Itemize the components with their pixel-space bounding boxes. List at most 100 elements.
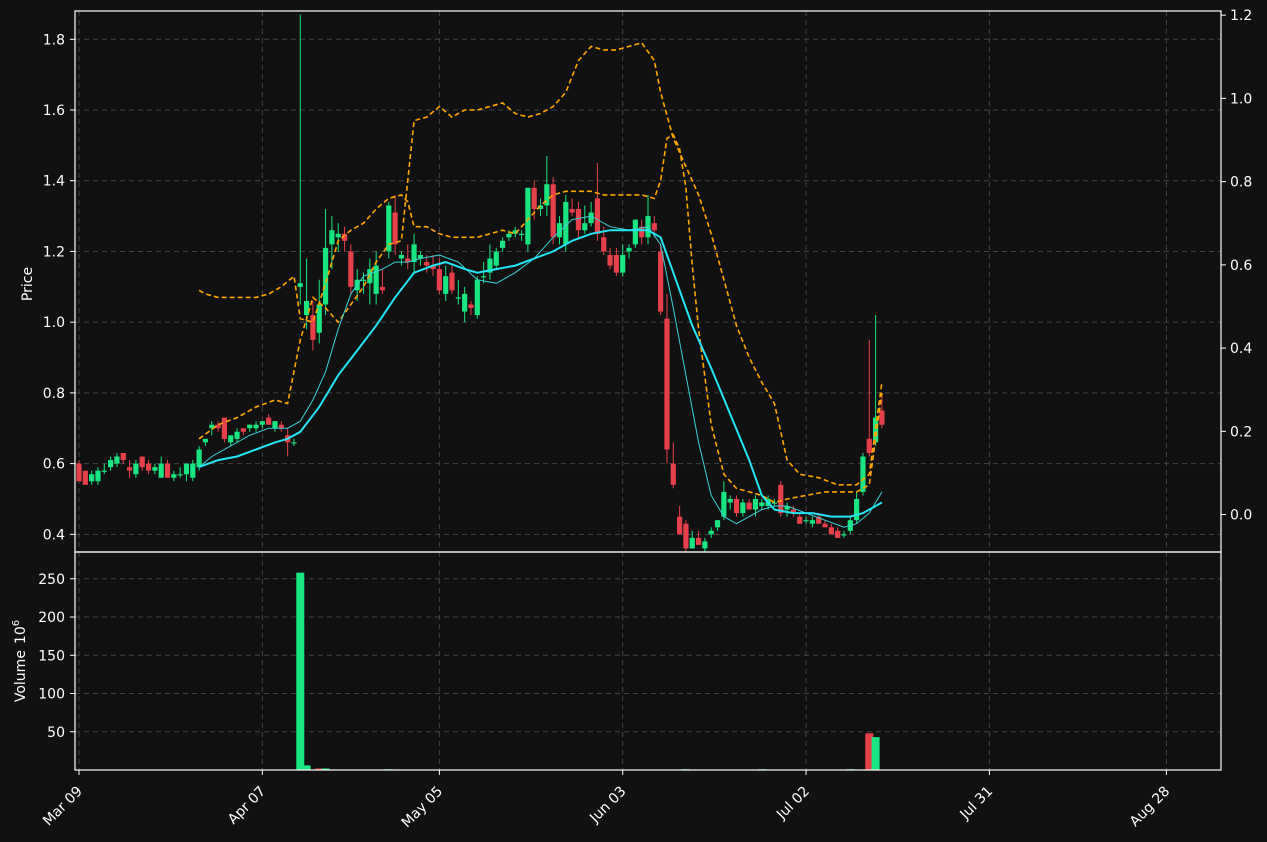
- candle-body: [360, 279, 367, 281]
- candle-body: [550, 184, 556, 238]
- candle-body: [164, 463, 171, 478]
- candle-body: [626, 247, 632, 252]
- candle-body: [304, 300, 310, 316]
- right-y-tick-label: 0.2: [1230, 424, 1252, 440]
- candle: [683, 520, 689, 552]
- candle-body: [449, 272, 455, 291]
- candle: [632, 219, 638, 248]
- candle-body: [101, 470, 107, 472]
- candle-body: [677, 516, 683, 535]
- price-y-tick-label: 1.6: [43, 103, 65, 119]
- candle-body: [518, 233, 525, 235]
- candle-body: [183, 463, 190, 475]
- stock-chart: 0.4 0.6 0.8 1.0 1.2 1.4 1.6 1.8 0.0 0.2 0.4 0.6 0.8…: [0, 0, 1267, 842]
- candle-body: [803, 520, 809, 522]
- price-y-tick-label: 1.4: [43, 174, 65, 190]
- candle: [664, 293, 670, 464]
- candle-body: [670, 463, 676, 485]
- candle-body: [613, 254, 619, 273]
- right-y-tick-label: 0.4: [1230, 341, 1252, 357]
- price-y-tick-label: 0.6: [43, 457, 65, 473]
- right-y-tick-label: 1.2: [1230, 8, 1252, 24]
- candle-body: [771, 502, 778, 504]
- candle-body: [632, 219, 638, 245]
- candle-body: [335, 233, 341, 238]
- candle-body: [506, 233, 512, 238]
- candle-body: [740, 502, 746, 514]
- candle-body: [152, 467, 158, 471]
- candle-body: [620, 254, 626, 273]
- candle-body: [809, 520, 815, 524]
- candle-body: [873, 417, 879, 443]
- candle-body: [828, 527, 834, 535]
- candle-body: [82, 470, 88, 485]
- candle: [860, 452, 866, 496]
- candle-body: [733, 498, 740, 514]
- candle-body: [778, 484, 784, 514]
- volume-bar: [871, 737, 880, 770]
- volume-y-tick-label: 150: [38, 648, 65, 664]
- candle-body: [133, 463, 139, 475]
- volume-y-tick-label: 250: [38, 572, 65, 588]
- candle-body: [601, 237, 607, 252]
- candle-body: [190, 463, 196, 478]
- candle-body: [658, 251, 664, 312]
- candle: [474, 276, 480, 319]
- candle-body: [348, 251, 354, 287]
- candle-body: [95, 470, 101, 482]
- candle-body: [145, 463, 152, 471]
- volume-bar: [302, 765, 311, 770]
- candle-body: [866, 438, 872, 453]
- volume-axis-label-base: 10: [13, 626, 29, 644]
- candle-body: [171, 474, 177, 478]
- candle-body: [114, 456, 120, 464]
- chart-background: [0, 0, 1267, 842]
- candle-body: [297, 283, 303, 287]
- candle-body: [215, 424, 221, 429]
- candle-body: [108, 460, 114, 468]
- price-y-tick-label: 1.2: [43, 244, 65, 260]
- volume-axis-label-power: 6: [11, 620, 22, 626]
- candle-body: [266, 417, 272, 425]
- candle-body: [708, 530, 714, 535]
- candle-body: [468, 304, 474, 309]
- volume-axis-label-text: Volume: [13, 650, 29, 702]
- price-y-tick-label: 0.8: [43, 386, 65, 402]
- candle-body: [689, 537, 695, 549]
- right-y-tick-label: 0.8: [1230, 175, 1252, 191]
- candle-body: [841, 534, 847, 536]
- volume-y-tick-label: 100: [38, 687, 65, 703]
- candle-body: [651, 223, 657, 231]
- candle-body: [202, 438, 209, 443]
- candle-body: [499, 240, 506, 248]
- candle-body: [89, 474, 95, 482]
- candle-body: [569, 209, 575, 213]
- candle-body: [398, 254, 405, 259]
- candle-body: [126, 467, 133, 471]
- candle-body: [493, 251, 499, 266]
- candle-body: [702, 541, 708, 549]
- candle: [348, 244, 354, 294]
- candle-body: [594, 198, 601, 234]
- candle-body: [247, 424, 253, 429]
- candle-body: [76, 463, 82, 482]
- candle-body: [379, 286, 386, 291]
- volume-axis-label: Volume 106: [11, 620, 29, 702]
- candle-body: [443, 276, 449, 294]
- right-y-tick-label: 0.0: [1230, 508, 1252, 524]
- candle-body: [158, 463, 164, 478]
- volume-y-tick-label: 200: [38, 610, 65, 626]
- candle-body: [139, 456, 145, 468]
- candle-body: [436, 269, 442, 291]
- candle-body: [714, 520, 721, 528]
- candle-body: [525, 187, 531, 245]
- candle-body: [228, 435, 234, 443]
- candle-body: [455, 297, 461, 299]
- candle-body: [822, 523, 828, 528]
- volume-y-tick-label: 50: [47, 725, 65, 741]
- candle-body: [291, 442, 297, 444]
- candle-body: [835, 530, 841, 538]
- candle-body: [322, 247, 329, 305]
- candle-body: [797, 516, 803, 524]
- price-axis-label: Price: [20, 267, 36, 301]
